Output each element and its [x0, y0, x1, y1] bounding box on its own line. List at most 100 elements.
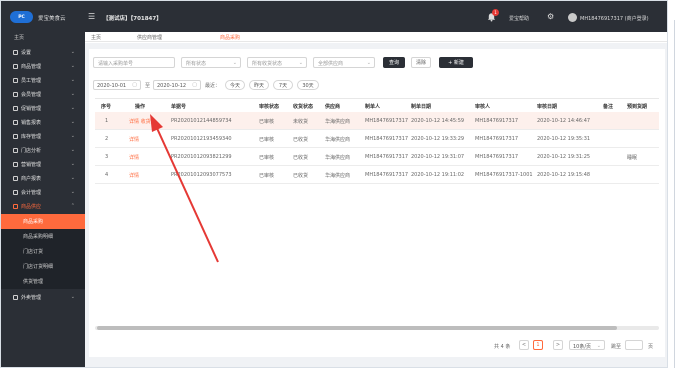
- sidebar-item-settings[interactable]: 设置 ⌄: [1, 46, 85, 58]
- cell-audit-date: 2020-10-12 14:46:47: [537, 118, 591, 124]
- table-row[interactable]: 3 详情 PR20201012093821299 已审核 已收货 华海供应商 M…: [95, 148, 659, 166]
- table-row[interactable]: 1 详情 收货 PR20201012144859734 已审核 未收货 华海供应…: [95, 112, 659, 130]
- pager-prev-button[interactable]: <: [519, 340, 529, 350]
- cell-auditor: MH18476917317-1001: [475, 172, 533, 178]
- purchase-card: 请输入采购单号 所有状态 ⌄ 所有收货状态 ⌄ 全部供应商 ⌄ 查询 清除 + 新建 …: [89, 49, 665, 357]
- chevron-down-icon: ⌄: [70, 189, 75, 195]
- sidebar-item-inventory[interactable]: 库存管理 ⌄: [1, 130, 85, 142]
- table-row[interactable]: 4 详情 PR20201012093077573 已审核 已收货 华海供应商 M…: [95, 166, 659, 184]
- col-header-supplier: 供应商: [325, 104, 341, 110]
- cell-action-detail[interactable]: 详情: [129, 154, 139, 161]
- pager-page-1[interactable]: 1: [533, 340, 543, 350]
- pager-page-suffix: 页: [648, 344, 654, 350]
- col-header-auditor: 审核人: [475, 104, 491, 110]
- cell-expected-date: 睡眠: [627, 155, 638, 161]
- quick-yesterday-button[interactable]: 昨天: [249, 80, 269, 90]
- outer-margin: [669, 0, 694, 374]
- cell-created-date: 2020-10-12 19:11:02: [411, 172, 465, 178]
- scrollbar-thumb[interactable]: [97, 326, 617, 330]
- pager-total: 共 4 条: [494, 344, 511, 350]
- sidebar-item-label: 库存管理: [21, 133, 42, 140]
- help-link[interactable]: 爱宝帮助: [509, 15, 529, 22]
- sidebar-item-label: 商品供应: [21, 203, 42, 210]
- sidebar-item-label: 商户报表: [21, 175, 42, 182]
- col-header-note: 备注: [603, 104, 614, 110]
- cell-action-detail[interactable]: 详情: [129, 172, 139, 179]
- user-avatar[interactable]: [568, 13, 577, 22]
- sidebar-item-label: 门店分析: [21, 147, 42, 154]
- sidebar-item-accounting[interactable]: 会计管理 ⌄: [1, 186, 85, 198]
- sidebar-item-label: 员工管理: [21, 77, 42, 84]
- cell-actions-detail-receive[interactable]: 详情 收货: [129, 118, 151, 125]
- query-button[interactable]: 查询: [383, 57, 405, 68]
- sidebar-sub-purchase-detail[interactable]: 商品采购明细: [1, 229, 85, 244]
- sidebar-item-supply[interactable]: 商品供应 ⌃: [1, 200, 85, 212]
- quick-7days-button[interactable]: 7天: [273, 80, 293, 90]
- horizontal-scrollbar[interactable]: [95, 326, 659, 330]
- date-to-input[interactable]: 2020-10-12 ▢: [153, 80, 201, 90]
- new-order-button[interactable]: + 新建: [439, 57, 473, 68]
- sidebar-item-marketing[interactable]: 营销管理 ⌄: [1, 158, 85, 170]
- chevron-down-icon: ⌄: [70, 63, 75, 69]
- table-row[interactable]: 2 详情 PR20201012193459340 已审核 已收货 华海供应商 M…: [95, 130, 659, 148]
- col-header-index: 序号: [101, 104, 112, 110]
- date-from-input[interactable]: 2020-10-01 ▢: [93, 80, 141, 90]
- status-select-value: 所有状态: [186, 61, 207, 67]
- sidebar-item-merchant-reports[interactable]: 商户报表 ⌄: [1, 172, 85, 184]
- page-size-select[interactable]: 10条/页 ⌄: [569, 340, 605, 350]
- col-header-action: 操作: [135, 104, 146, 110]
- sidebar-item-products[interactable]: 商品管理 ⌄: [1, 60, 85, 72]
- sidebar-sub-purchase[interactable]: 商品采购: [1, 214, 85, 229]
- col-header-creator: 制单人: [365, 104, 381, 110]
- quick-30days-button[interactable]: 30天: [297, 80, 319, 90]
- tab-purchase[interactable]: 商品采购: [220, 34, 240, 41]
- warehouse-icon: [13, 133, 18, 139]
- sidebar-item-store-analysis[interactable]: 门店分析 ⌄: [1, 144, 85, 156]
- cell-receive-status: 未收货: [293, 119, 309, 125]
- receive-status-select[interactable]: 所有收货状态 ⌄: [247, 57, 307, 68]
- tab-bar: 主页 供应商管理 商品采购: [85, 32, 667, 42]
- sidebar-item-staff[interactable]: 员工管理 ⌄: [1, 74, 85, 86]
- pager-next-button[interactable]: >: [553, 340, 563, 350]
- cell-created-date: 2020-10-12 19:33:29: [411, 136, 465, 142]
- chevron-down-icon: ⌄: [70, 294, 75, 300]
- sidebar-item-label: 营销管理: [21, 161, 42, 168]
- sidebar-item-promotions[interactable]: 促销管理 ⌄: [1, 102, 85, 114]
- gear-icon: [13, 49, 18, 55]
- col-header-expected-date: 预到货期: [627, 104, 648, 110]
- tab-suppliers[interactable]: 供应商管理: [137, 34, 162, 41]
- sidebar-sub-store-order[interactable]: 门店订货: [1, 244, 85, 259]
- cell-action-detail[interactable]: 详情: [129, 136, 139, 143]
- sidebar-home[interactable]: 主页: [1, 32, 85, 42]
- outer-divider: [674, 20, 675, 368]
- cell-supplier: 华海供应商: [325, 119, 351, 125]
- truck-icon: [13, 203, 18, 209]
- date-from-value: 2020-10-01: [97, 83, 127, 89]
- clear-button[interactable]: 清除: [411, 57, 431, 68]
- col-header-created-date: 制单日期: [411, 104, 432, 110]
- sidebar-sub-store-order-detail[interactable]: 门店订货明细: [1, 259, 85, 274]
- settings-gear-icon[interactable]: ⚙: [547, 12, 554, 21]
- cell-audit-date: 2020-10-12 19:31:25: [537, 154, 591, 160]
- sidebar-sub-supply-manage[interactable]: 供货管理: [1, 274, 85, 289]
- chevron-down-icon: ⌄: [596, 343, 601, 349]
- cell-creator: MH18476917317: [365, 136, 409, 142]
- cell-index: 1: [105, 118, 109, 124]
- quick-today-button[interactable]: 今天: [225, 80, 245, 90]
- col-header-audit-date: 审核日期: [537, 104, 558, 110]
- user-menu[interactable]: MH18476917317 (商户登录): [580, 15, 649, 22]
- receive-status-value: 所有收货状态: [252, 61, 283, 67]
- sidebar-item-label: 会员管理: [21, 91, 42, 98]
- pager-goto-input[interactable]: [625, 340, 643, 350]
- sidebar-item-takeout[interactable]: 外卖管理 ⌄: [1, 291, 85, 303]
- tab-home[interactable]: 主页: [91, 34, 101, 41]
- supplier-select[interactable]: 全部供应商 ⌄: [313, 57, 375, 68]
- order-number-input[interactable]: 请输入采购单号: [93, 57, 175, 68]
- chevron-down-icon: ⌄: [70, 161, 75, 167]
- sidebar-item-sales-reports[interactable]: 销售报表 ⌄: [1, 116, 85, 128]
- cell-creator: MH18476917317: [365, 154, 409, 160]
- tag-icon: [13, 105, 18, 111]
- status-select[interactable]: 所有状态 ⌄: [181, 57, 241, 68]
- menu-toggle-icon[interactable]: ☰: [88, 12, 95, 21]
- sidebar-item-members[interactable]: 会员管理 ⌄: [1, 88, 85, 100]
